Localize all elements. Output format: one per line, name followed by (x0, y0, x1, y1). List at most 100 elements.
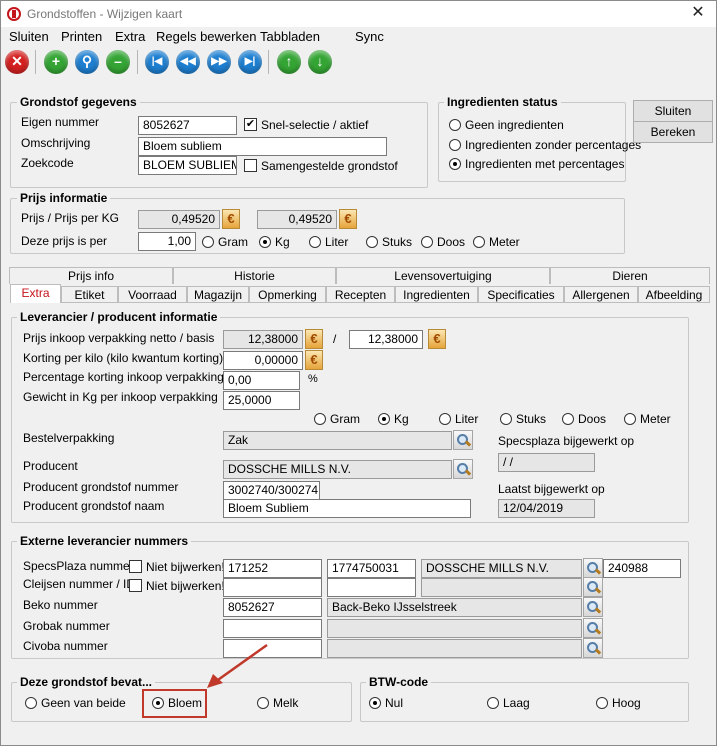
deze-prijs-field[interactable]: 1,00 (138, 232, 196, 251)
melk-radio[interactable] (257, 697, 269, 709)
tab-ingredienten[interactable]: Ingredienten (395, 286, 478, 303)
next-record-icon[interactable]: ▶▶ (207, 50, 231, 74)
niet-bijwerken-checkbox[interactable] (129, 560, 142, 573)
lev-unit-meter-radio[interactable] (624, 413, 636, 425)
lookup-icon[interactable] (583, 638, 603, 658)
unit-meter-radio[interactable] (473, 236, 485, 248)
euro-icon[interactable]: € (222, 209, 240, 229)
bereken-button[interactable]: Bereken (633, 121, 713, 143)
tab-afbeelding[interactable]: Afbeelding (638, 286, 710, 303)
lookup-icon[interactable] (583, 597, 603, 617)
met-percentages-radio[interactable] (449, 158, 461, 170)
specsplaza-id-field[interactable]: 1774750031 (327, 559, 416, 578)
tab-allergenen[interactable]: Allergenen (564, 286, 638, 303)
euro-icon[interactable]: € (428, 329, 446, 349)
menu-sync[interactable]: Sync (355, 29, 384, 44)
tab-recepten[interactable]: Recepten (326, 286, 395, 303)
prijs-field[interactable]: 0,49520 (138, 210, 220, 229)
tab-magazijn[interactable]: Magazijn (187, 286, 249, 303)
tab-etiket[interactable]: Etiket (61, 286, 118, 303)
search-icon[interactable]: ⚲ (75, 50, 99, 74)
lookup-icon[interactable] (583, 558, 603, 578)
bestelverpakking-field[interactable]: Zak (223, 431, 452, 450)
lookup-icon[interactable] (453, 430, 473, 450)
zoekcode-field[interactable]: BLOEM SUBLIEM (138, 156, 237, 175)
prijs-inkoop-basis-field[interactable]: 12,38000 (349, 330, 423, 349)
tab-historie[interactable]: Historie (173, 267, 336, 284)
gewicht-field[interactable]: 25,0000 (223, 391, 300, 410)
unit-kg-radio[interactable] (259, 236, 271, 248)
window-title: Grondstoffen - Wijzigen kaart (27, 7, 183, 21)
grobak-nummer-field[interactable] (223, 619, 322, 638)
tab-opmerking[interactable]: Opmerking (249, 286, 326, 303)
met-percentages-label: Ingredienten met percentages (465, 157, 625, 171)
lookup-icon[interactable] (583, 577, 603, 597)
window-close-icon[interactable]: ✕ (685, 3, 711, 23)
gewicht-label: Gewicht in Kg per inkoop verpakking (23, 390, 218, 404)
snel-selectie-checkbox[interactable]: ✔ (244, 118, 257, 131)
remove-icon[interactable]: – (106, 50, 130, 74)
euro-icon[interactable]: € (305, 329, 323, 349)
beko-leverancier-field: Back-Beko IJsselstreek (327, 598, 582, 617)
unit-gram-radio[interactable] (202, 236, 214, 248)
tab-prijs-info[interactable]: Prijs info (9, 267, 173, 284)
lev-unit-kg-radio[interactable] (378, 413, 390, 425)
tab-extra[interactable]: Extra (10, 284, 61, 303)
tab-specificaties[interactable]: Specificaties (478, 286, 564, 303)
first-record-icon[interactable]: |◀ (145, 50, 169, 74)
specsplaza-extra-field[interactable]: 240988 (603, 559, 681, 578)
euro-icon[interactable]: € (305, 350, 323, 370)
lev-unit-gram-radio[interactable] (314, 413, 326, 425)
producent-field[interactable]: DOSSCHE MILLS N.V. (223, 460, 452, 479)
specsplaza-nummer-field[interactable]: 171252 (223, 559, 322, 578)
cleijsen-leverancier-field (421, 578, 582, 597)
menu-printen[interactable]: Printen (61, 29, 102, 44)
lookup-icon[interactable] (583, 618, 603, 638)
arrow-down-icon[interactable]: ↓ (308, 50, 332, 74)
sluiten-button[interactable]: Sluiten (633, 100, 713, 122)
arrow-up-icon[interactable]: ↑ (277, 50, 301, 74)
tab-levensovertuiging[interactable]: Levensovertuiging (336, 267, 550, 284)
zonder-percentages-radio[interactable] (449, 139, 461, 151)
lev-unit-stuks-radio[interactable] (500, 413, 512, 425)
eigen-nummer-field[interactable]: 8052627 (138, 116, 237, 135)
previous-record-icon[interactable]: ◀◀ (176, 50, 200, 74)
euro-icon[interactable]: € (339, 209, 357, 229)
geen-van-beide-radio[interactable] (25, 697, 37, 709)
lev-unit-liter-radio[interactable] (439, 413, 451, 425)
beko-nummer-field[interactable]: 8052627 (223, 598, 322, 617)
unit-liter-label: Liter (325, 235, 349, 249)
prijs-per-kg-field[interactable]: 0,49520 (257, 210, 337, 229)
btw-hoog-radio[interactable] (596, 697, 608, 709)
close-icon[interactable]: ✕ (5, 50, 29, 74)
unit-doos-radio[interactable] (421, 236, 433, 248)
geen-ingredienten-radio[interactable] (449, 119, 461, 131)
bloem-radio[interactable] (152, 697, 164, 709)
btw-laag-radio[interactable] (487, 697, 499, 709)
producent-nummer-field[interactable]: 3002740/3002741 (223, 481, 320, 500)
ingredienten-status-title: Ingredienten status (444, 95, 561, 109)
lev-unit-doos-radio[interactable] (562, 413, 574, 425)
unit-liter-radio[interactable] (309, 236, 321, 248)
last-record-icon[interactable]: ▶| (238, 50, 262, 74)
deze-prijs-label: Deze prijs is per (21, 234, 108, 248)
samengestelde-checkbox[interactable] (244, 159, 257, 172)
producent-naam-field[interactable]: Bloem Subliem (223, 499, 471, 518)
niet-bijwerken-checkbox[interactable] (129, 579, 142, 592)
menu-sluiten[interactable]: Sluiten (9, 29, 49, 44)
cleijsen-id-field[interactable] (327, 578, 416, 597)
omschrijving-field[interactable]: Bloem subliem (138, 137, 387, 156)
menu-tabbladen[interactable]: Tabbladen (260, 29, 320, 44)
tab-dieren[interactable]: Dieren (550, 267, 710, 284)
korting-kilo-field[interactable]: 0,00000 (223, 351, 303, 370)
menu-regels-bewerken[interactable]: Regels bewerken (156, 29, 256, 44)
add-icon[interactable]: + (44, 50, 68, 74)
cleijsen-nummer-field[interactable] (223, 578, 322, 597)
menu-extra[interactable]: Extra (115, 29, 145, 44)
tab-voorraad[interactable]: Voorraad (118, 286, 187, 303)
prijs-inkoop-netto-field[interactable]: 12,38000 (223, 330, 303, 349)
btw-nul-radio[interactable] (369, 697, 381, 709)
unit-stuks-radio[interactable] (366, 236, 378, 248)
lookup-icon[interactable] (453, 459, 473, 479)
perc-korting-field[interactable]: 0,00 (223, 371, 300, 390)
